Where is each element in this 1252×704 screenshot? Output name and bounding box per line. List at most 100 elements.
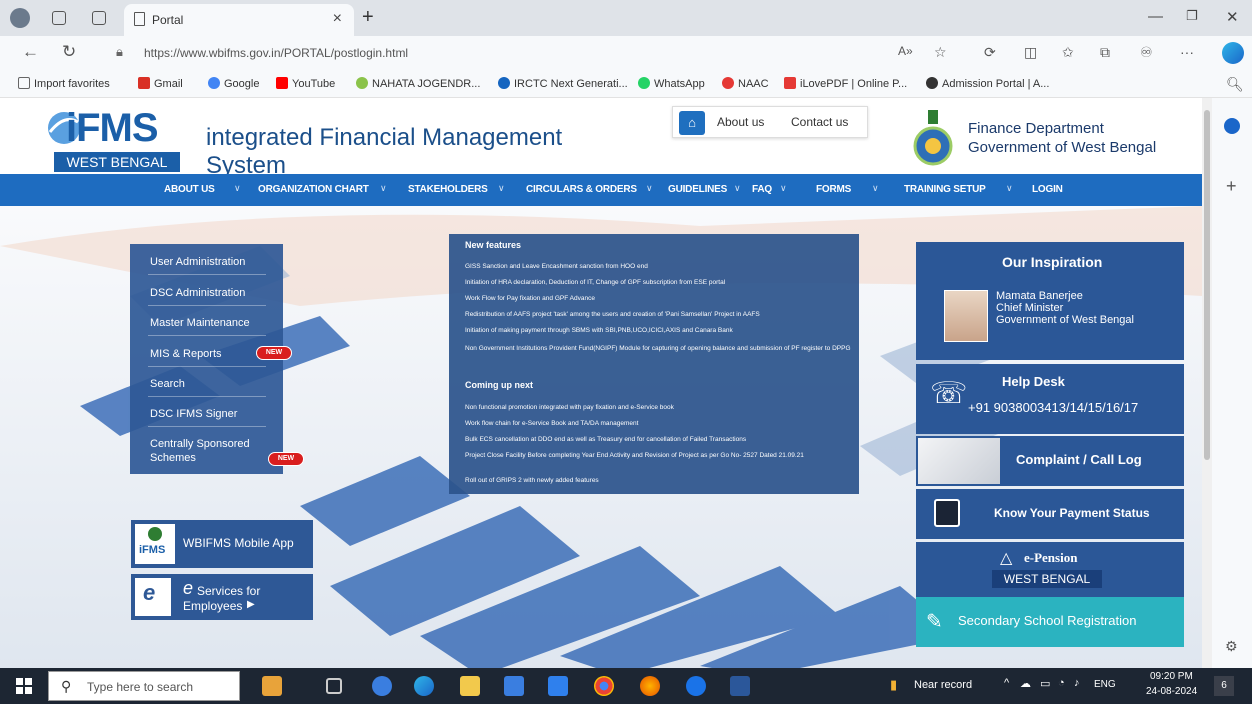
menu-schemes[interactable]: Schemes — [150, 452, 196, 464]
vertical-tabs-icon[interactable] — [92, 11, 106, 25]
back-icon[interactable]: ← — [22, 42, 39, 62]
feature-item[interactable]: Non Government Institutions Provident Fu… — [465, 345, 855, 353]
profile-avatar[interactable] — [10, 8, 30, 28]
url-field[interactable]: 🔒︎ https://www.wbifms.gov.in/PORTAL/post… — [100, 40, 900, 66]
coming-item[interactable]: Roll out of GRIPS 2 with newly added fea… — [465, 477, 855, 485]
nav-stakeholders[interactable]: STAKEHOLDERS — [408, 184, 488, 195]
new-tab-button[interactable]: + — [362, 6, 374, 29]
payment-status-button[interactable]: Know Your Payment Status — [916, 489, 1184, 539]
about-us-link[interactable]: About us — [717, 115, 764, 129]
refresh-icon[interactable]: ↻ — [62, 42, 76, 62]
favorite-star-icon[interactable]: ☆ — [934, 44, 947, 61]
mobile-app-button[interactable]: iFMS WBIFMS Mobile App — [131, 520, 313, 568]
discover-icon[interactable] — [1224, 118, 1240, 134]
word-icon[interactable] — [730, 676, 750, 696]
chevron-down-icon[interactable]: ∨ — [734, 183, 741, 194]
clock-date[interactable]: 24-08-2024 — [1146, 686, 1197, 697]
chevron-down-icon[interactable]: ∨ — [646, 183, 653, 194]
search-sidebar-icon[interactable]: 🔍︎ — [1226, 76, 1244, 93]
complaint-call-log-button[interactable]: Complaint / Call Log — [916, 436, 1184, 486]
restore-button[interactable]: ❐ — [1186, 8, 1198, 24]
nav-guidelines[interactable]: GUIDELINES — [668, 184, 727, 195]
coming-item[interactable]: Non functional promotion integrated with… — [465, 404, 855, 412]
e-services-button[interactable]: e e Services for Employees ▶ — [131, 574, 313, 620]
chevron-down-icon[interactable]: ∨ — [380, 183, 387, 194]
nav-organization-chart[interactable]: ORGANIZATION CHART — [258, 184, 369, 195]
clock-time[interactable]: 09:20 PM — [1150, 671, 1193, 682]
lock-icon[interactable]: 🔒︎ — [116, 44, 123, 60]
fav-import-favorites[interactable]: Import favorites — [18, 77, 110, 90]
fav-admission-portal[interactable]: Admission Portal | A... — [926, 77, 1049, 90]
split-screen-icon[interactable]: ◫ — [1024, 44, 1037, 61]
tab-portal[interactable]: Portal × — [124, 4, 354, 36]
notifications-icon[interactable]: 6 — [1214, 676, 1234, 696]
coming-item[interactable]: Work flow chain for e-Service Book and T… — [465, 420, 855, 428]
minimize-button[interactable]: — — [1148, 8, 1163, 25]
add-sidebar-icon[interactable]: + — [1226, 176, 1237, 197]
secondary-school-registration-button[interactable]: ✎ Secondary School Registration — [916, 597, 1184, 647]
file-explorer-icon[interactable] — [460, 676, 480, 696]
copilot-icon[interactable]: ♾ — [1140, 44, 1153, 61]
copilot-sidebar-icon[interactable] — [1222, 42, 1244, 64]
coming-item[interactable]: Project Close Facility Before completing… — [465, 452, 855, 460]
chevron-down-icon[interactable]: ∨ — [498, 183, 505, 194]
contact-us-link[interactable]: Contact us — [791, 115, 848, 129]
chrome-icon[interactable] — [594, 676, 614, 696]
menu-dsc-ifms-signer[interactable]: DSC IFMS Signer — [150, 408, 237, 420]
nav-about-us[interactable]: ABOUT US — [164, 184, 215, 195]
collections-icon[interactable]: ⧉ — [1100, 44, 1110, 61]
tray-expand-icon[interactable]: ^ — [1004, 677, 1009, 689]
battery-icon[interactable]: ▭ — [1040, 677, 1050, 690]
menu-user-administration[interactable]: User Administration — [150, 256, 245, 268]
onedrive-icon[interactable]: ☁ — [1020, 677, 1031, 690]
mail-icon[interactable] — [548, 676, 568, 696]
menu-search[interactable]: Search — [150, 378, 185, 390]
nav-faq[interactable]: FAQ — [752, 184, 772, 195]
feature-item[interactable]: Initiation of making payment through SBM… — [465, 327, 855, 335]
volume-icon[interactable]: ♪ — [1074, 677, 1080, 689]
feature-item[interactable]: Work Flow for Pay fixation and GPF Advan… — [465, 295, 855, 303]
weather-icon[interactable]: ▮ — [890, 677, 897, 693]
chevron-down-icon[interactable]: ∨ — [1006, 183, 1013, 194]
coming-item[interactable]: Bulk ECS cancellation at DDO end as well… — [465, 436, 855, 444]
e-pension-button[interactable]: △ e-Pension WEST BENGAL — [916, 542, 1184, 598]
home-icon[interactable]: ⌂ — [679, 111, 705, 135]
chevron-down-icon[interactable]: ∨ — [872, 183, 879, 194]
edge-taskbar-icon[interactable] — [414, 676, 434, 696]
scrollbar-thumb[interactable] — [1204, 110, 1210, 460]
taskbar-app-icon[interactable] — [262, 676, 282, 696]
language-indicator[interactable]: ENG — [1094, 679, 1116, 690]
chevron-down-icon[interactable]: ∨ — [234, 183, 241, 194]
fav-ilovepdf[interactable]: iLovePDF | Online P... — [784, 77, 907, 90]
fav-whatsapp[interactable]: WhatsApp — [638, 77, 705, 90]
fav-gmail[interactable]: Gmail — [138, 77, 183, 90]
sidebar-settings-icon[interactable]: ⚙ — [1225, 638, 1238, 655]
nav-forms[interactable]: FORMS — [816, 184, 851, 195]
taskbar-search[interactable]: ⚲ Type here to search — [48, 671, 240, 701]
near-record-text[interactable]: Near record — [914, 679, 972, 691]
fav-nahata[interactable]: NAHATA JOGENDR... — [356, 77, 480, 90]
menu-master-maintenance[interactable]: Master Maintenance — [150, 317, 250, 329]
fav-naac[interactable]: NAAC — [722, 77, 769, 90]
fav-google[interactable]: Google — [208, 77, 259, 90]
feature-item[interactable]: GISS Sanction and Leave Encashment sanct… — [465, 263, 855, 271]
more-menu-icon[interactable]: ··· — [1180, 44, 1194, 60]
favorites-icon[interactable]: ✩ — [1062, 44, 1074, 61]
nav-circulars-orders[interactable]: CIRCULARS & ORDERS — [526, 184, 637, 195]
close-tab-icon[interactable]: × — [333, 10, 342, 28]
store-icon[interactable] — [504, 676, 524, 696]
firefox-icon[interactable] — [640, 676, 660, 696]
close-window-button[interactable]: ✕ — [1226, 8, 1239, 26]
fav-irctc[interactable]: IRCTC Next Generati... — [498, 77, 628, 90]
workspaces-icon[interactable] — [52, 11, 66, 25]
windows-start-icon[interactable] — [16, 678, 32, 694]
nav-training-setup[interactable]: TRAINING SETUP — [904, 184, 986, 195]
feature-item[interactable]: Initiation of HRA declaration, Deduction… — [465, 279, 855, 287]
fav-youtube[interactable]: YouTube — [276, 77, 335, 90]
menu-centrally-sponsored[interactable]: Centrally Sponsored — [150, 438, 250, 450]
taskbar-app-icon[interactable] — [686, 676, 706, 696]
feature-item[interactable]: Redistribution of AAFS project 'task' am… — [465, 311, 855, 319]
page-scrollbar[interactable] — [1202, 98, 1212, 668]
read-aloud-icon[interactable]: A» — [898, 44, 913, 58]
menu-mis-reports[interactable]: MIS & Reports — [150, 348, 222, 360]
